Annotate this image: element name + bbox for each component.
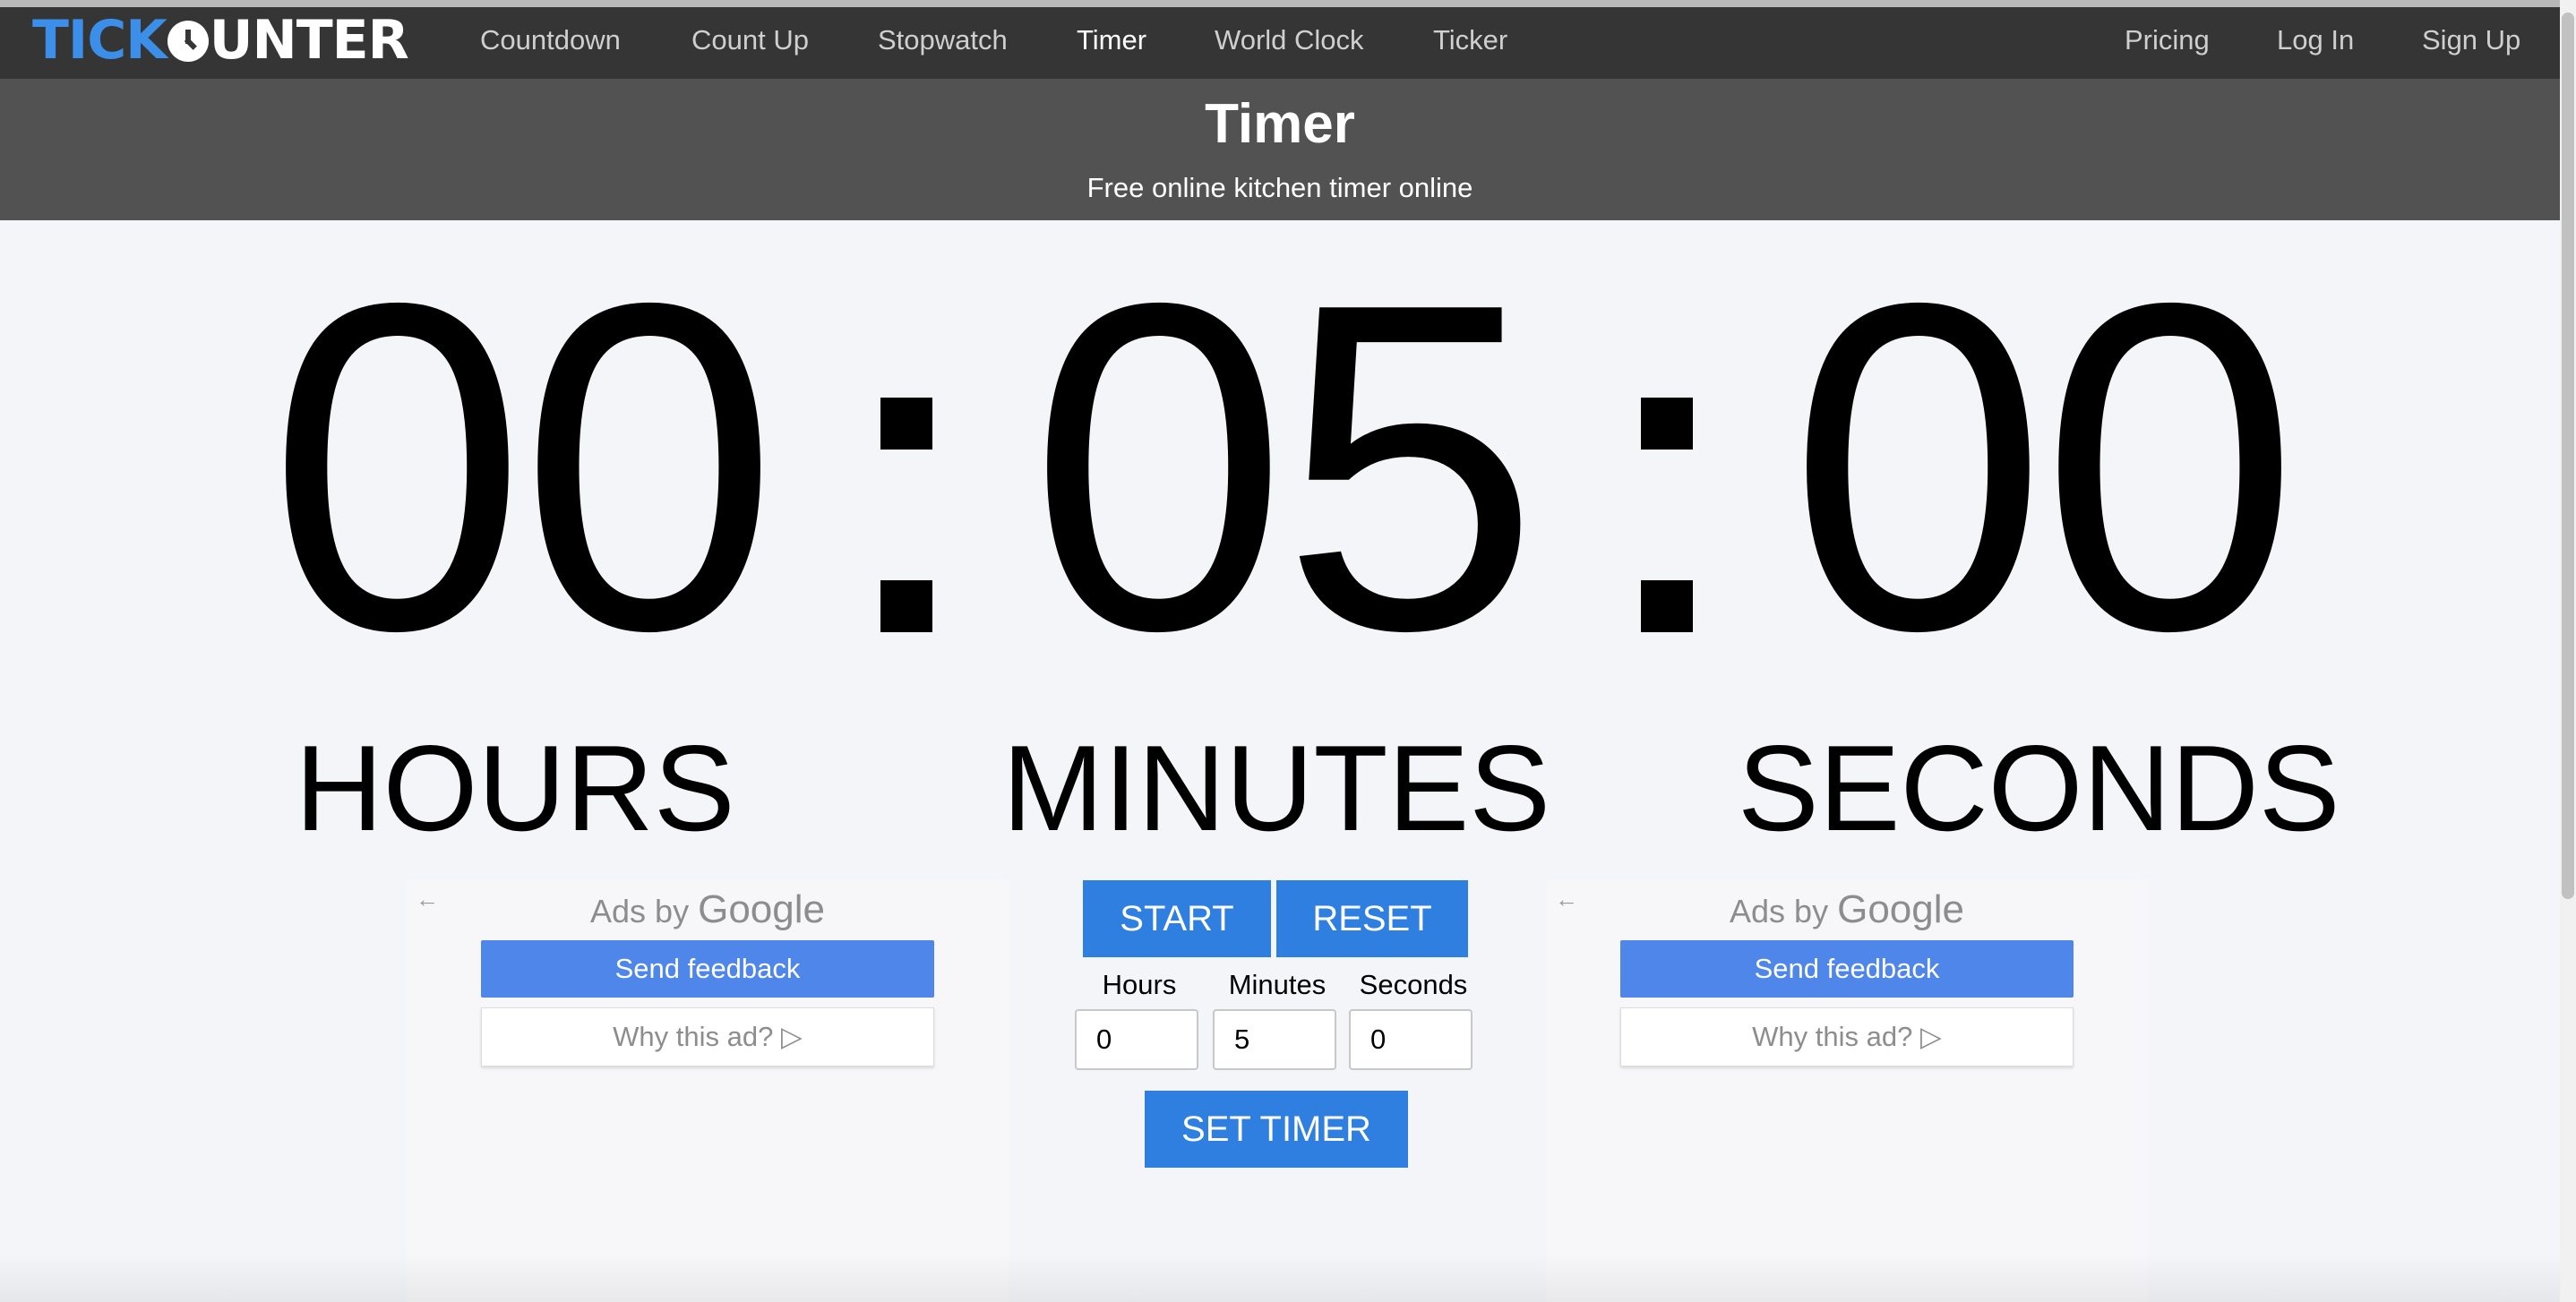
nav-sign-up[interactable]: Sign Up (2422, 7, 2520, 73)
seconds-label: SECONDS (1738, 720, 2340, 856)
why-this-ad-button[interactable]: Why this ad? ▷ (1620, 1007, 2074, 1066)
hours-label: HOURS (295, 720, 735, 856)
google-logo-text: Google (1837, 887, 1964, 931)
clock-icon (167, 21, 209, 62)
colon-separator (1641, 398, 1695, 634)
ads-by-google: Ads by Google (407, 887, 1009, 932)
why-this-ad-label: Why this ad? (1752, 1021, 1913, 1052)
ads-by-text: Ads by (1730, 893, 1829, 929)
hours-input[interactable]: 0 (1075, 1009, 1198, 1070)
send-feedback-button[interactable]: Send feedback (1620, 940, 2074, 998)
ad-panel-left: ← Ads by Google Send feedback Why this a… (407, 880, 1009, 1302)
logo-c-text (167, 9, 210, 72)
reset-button[interactable]: RESET (1276, 880, 1468, 957)
ads-by-google: Ads by Google (1546, 887, 2148, 932)
nav-countdown[interactable]: Countdown (480, 7, 621, 73)
logo-counter-text: UNTER (209, 9, 409, 72)
seconds-field-label: Seconds (1359, 969, 1468, 1000)
seconds-display: 00 (1788, 207, 2299, 727)
hours-display: 00 (267, 207, 778, 727)
minutes-field-label: Minutes (1228, 969, 1327, 1000)
page-subtitle: Free online kitchen timer online (1086, 172, 1473, 203)
colon-separator (880, 398, 934, 634)
nav-timer[interactable]: Timer (1077, 7, 1146, 73)
google-logo-text: Google (698, 887, 825, 931)
start-button[interactable]: START (1083, 880, 1271, 957)
why-this-ad-button[interactable]: Why this ad? ▷ (481, 1007, 934, 1066)
nav-pricing[interactable]: Pricing (2125, 7, 2210, 73)
set-timer-button[interactable]: SET TIMER (1145, 1091, 1408, 1168)
seconds-input[interactable]: 0 (1349, 1009, 1473, 1070)
why-this-ad-label: Why this ad? (613, 1021, 774, 1052)
play-triangle-icon: ▷ (1919, 1021, 1942, 1052)
tickcounter-logo[interactable]: TICK UNTER (32, 9, 409, 72)
page-header: Timer Free online kitchen timer online (0, 79, 2560, 220)
ads-by-text: Ads by (590, 893, 690, 929)
nav-count-up[interactable]: Count Up (691, 7, 809, 73)
nav-ticker[interactable]: Ticker (1433, 7, 1507, 73)
nav-stopwatch[interactable]: Stopwatch (878, 7, 1008, 73)
page-title: Timer (1205, 93, 1355, 155)
top-navbar: TICK UNTER Countdown Count Up Stopwatch T… (0, 0, 2560, 79)
nav-log-in[interactable]: Log In (2277, 7, 2354, 73)
minutes-display: 05 (1028, 207, 1540, 727)
minutes-label: MINUTES (1002, 720, 1550, 856)
play-triangle-icon: ▷ (780, 1021, 803, 1052)
bottom-shadow (0, 1254, 2560, 1302)
nav-world-clock[interactable]: World Clock (1215, 7, 1364, 73)
send-feedback-button[interactable]: Send feedback (481, 940, 934, 998)
minutes-input[interactable]: 5 (1213, 1009, 1336, 1070)
logo-tick-text: TICK (32, 9, 167, 72)
hours-field-label: Hours (1102, 969, 1177, 1000)
scrollbar-thumb[interactable] (2562, 13, 2574, 899)
ad-panel-right: ← Ads by Google Send feedback Why this a… (1546, 880, 2148, 1302)
